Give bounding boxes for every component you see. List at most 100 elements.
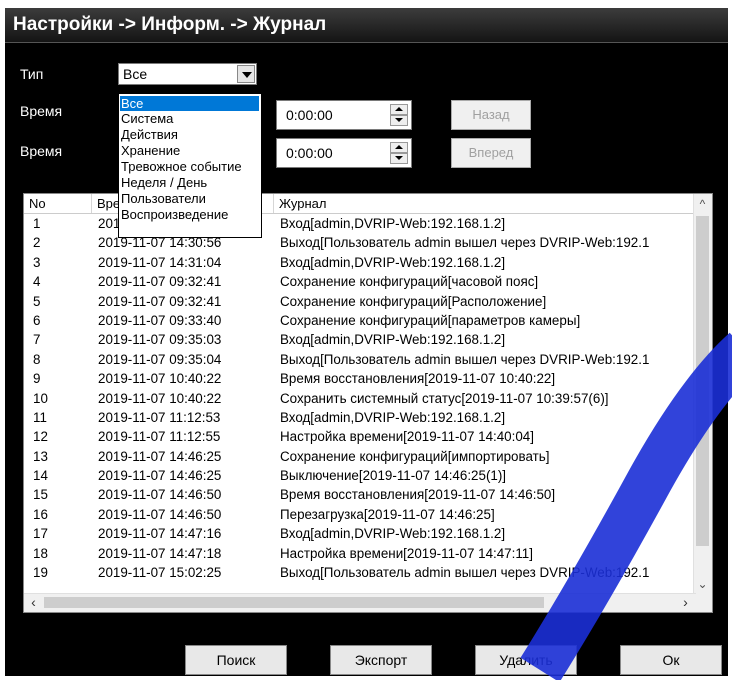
start-time-spinner[interactable]: 0:00:00	[276, 100, 412, 130]
table-row[interactable]: 16 2019-11-07 14:46:50 Перезагрузка[2019-1…	[24, 505, 696, 524]
row-time: 2019-11-07 14:46:25	[98, 448, 222, 464]
row-number: 18	[33, 545, 48, 561]
table-row[interactable]: 3 2019-11-07 14:31:04 Вход[admin,DVRIP-Web…	[24, 253, 696, 272]
page-title: Настройки -> Информ. -> Журнал	[13, 14, 327, 35]
row-number: 5	[33, 293, 41, 309]
scroll-left-icon[interactable]: ‹	[25, 594, 42, 611]
column-header-log[interactable]: Журнал	[274, 194, 696, 213]
end-time-spinner[interactable]: 0:00:00	[276, 138, 412, 168]
dropdown-option[interactable]: Система	[121, 111, 173, 126]
row-log: Сохранение конфигураций[часовой пояс]	[280, 274, 539, 290]
row-number: 17	[33, 526, 48, 542]
type-label: Тип	[20, 66, 44, 82]
row-number: 19	[33, 565, 48, 581]
row-time: 2019-11-07 14:46:25	[98, 468, 222, 484]
row-log: Вход[admin,DVRIP-Web:192.168.1.2]	[280, 409, 506, 425]
back-button[interactable]: Назад	[451, 100, 531, 130]
row-log: Настройка времени[2019-11-07 14:47:11]	[280, 545, 533, 561]
column-header-no[interactable]: No	[24, 194, 92, 213]
type-select[interactable]: Все	[118, 63, 257, 85]
row-log: Вход[admin,DVRIP-Web:192.168.1.2]	[280, 254, 506, 270]
row-log: Настройка времени[2019-11-07 14:40:04]	[280, 429, 534, 445]
row-log: Вход[admin,DVRIP-Web:192.168.1.2]	[280, 526, 506, 542]
horizontal-scrollbar[interactable]: ‹ ›	[24, 593, 696, 612]
row-log: Вход[admin,DVRIP-Web:192.168.1.2]	[280, 216, 506, 231]
table-row[interactable]: 4 2019-11-07 09:32:41 Сохранение конфигура…	[24, 272, 696, 291]
dropdown-option[interactable]: Действия	[121, 127, 178, 142]
horizontal-scroll-thumb[interactable]	[44, 597, 544, 608]
row-time: 2019-11-07 14:47:18	[98, 545, 222, 561]
table-row[interactable]: 6 2019-11-07 09:33:40 Сохранение конфигура…	[24, 311, 696, 330]
spin-down-icon[interactable]	[390, 153, 408, 164]
dropdown-option[interactable]: Неделя / День	[121, 175, 207, 190]
start-time-value: 0:00:00	[286, 107, 333, 123]
table-row[interactable]: 14 2019-11-07 14:46:25 Выключение[2019-11-…	[24, 466, 696, 485]
dropdown-option[interactable]: Пользователи	[121, 191, 206, 206]
table-row[interactable]: 8 2019-11-07 09:35:04 Выход[Пользователь a…	[24, 350, 696, 369]
row-log: Выход[Пользователь admin вышел через DVR…	[280, 351, 650, 367]
log-window: Настройки -> Информ. -> Журнал Тип Все В…	[5, 8, 728, 676]
type-dropdown-list[interactable]: Все Система Действия Хранение Тревожное …	[118, 93, 262, 238]
end-time-label: Время	[20, 143, 63, 159]
row-number: 1	[33, 216, 41, 231]
dropdown-option[interactable]: Тревожное событие	[121, 159, 242, 174]
end-time-value: 0:00:00	[286, 145, 333, 161]
row-log: Выключение[2019-11-07 14:46:25(1)]	[280, 468, 507, 484]
table-row[interactable]: 17 2019-11-07 14:47:16 Вход[admin,DVRIP-We…	[24, 524, 696, 543]
row-time: 2019-11-07 14:46:50	[98, 487, 222, 503]
title-bar: Настройки -> Информ. -> Журнал	[5, 8, 728, 43]
delete-button[interactable]: Удалить	[475, 645, 577, 675]
scroll-down-icon[interactable]: ⌄	[694, 576, 711, 593]
table-row[interactable]: 12 2019-11-07 11:12:55 Настройка времени[2…	[24, 427, 696, 446]
table-row[interactable]: 18 2019-11-07 14:47:18 Настройка времени[2…	[24, 544, 696, 563]
spin-up-icon[interactable]	[390, 104, 408, 115]
row-log: Время восстановления[2019-11-07 10:40:22…	[280, 371, 556, 387]
export-button[interactable]: Экспорт	[330, 645, 432, 675]
scroll-corner	[694, 594, 712, 612]
dropdown-option[interactable]: Воспроизведение	[121, 207, 228, 222]
log-table: No Время Журнал 12019-11-07 14:30:45Вход…	[23, 193, 713, 613]
row-time: 2019-11-07 14:31:04	[98, 254, 222, 270]
row-time: 2019-11-07 10:40:22	[98, 371, 222, 387]
start-time-label: Время	[20, 103, 63, 119]
row-log: Время восстановления[2019-11-07 14:46:50…	[280, 487, 556, 503]
scroll-right-icon[interactable]: ›	[677, 594, 694, 611]
table-row[interactable]: 9 2019-11-07 10:40:22 Время восстановления…	[24, 369, 696, 388]
table-row[interactable]: 15 2019-11-07 14:46:50 Время восстановлени…	[24, 485, 696, 504]
row-time: 2019-11-07 09:32:41	[98, 293, 222, 309]
row-number: 13	[33, 448, 48, 464]
row-number: 8	[33, 351, 41, 367]
row-time: 2019-11-07 14:47:16	[98, 526, 222, 542]
row-log: Сохранение конфигураций[параметров камер…	[280, 312, 581, 328]
table-row[interactable]: 13 2019-11-07 14:46:25 Сохранение конфигур…	[24, 447, 696, 466]
row-time: 2019-11-07 09:35:04	[98, 351, 222, 367]
row-number: 4	[33, 274, 41, 290]
table-row[interactable]: 10 2019-11-07 10:40:22 Сохранить системный…	[24, 389, 696, 408]
search-button[interactable]: Поиск	[185, 645, 287, 675]
next-button[interactable]: Вперед	[451, 138, 531, 168]
spin-up-icon[interactable]	[390, 142, 408, 153]
table-row[interactable]: 7 2019-11-07 09:35:03 Вход[admin,DVRIP-Web…	[24, 330, 696, 349]
table-row[interactable]: 5 2019-11-07 09:32:41 Сохранение конфигура…	[24, 292, 696, 311]
row-time: 2019-11-07 09:32:41	[98, 274, 222, 290]
row-number: 2	[33, 235, 41, 251]
vertical-scroll-thumb[interactable]	[696, 216, 709, 546]
row-log: Вход[admin,DVRIP-Web:192.168.1.2]	[280, 332, 506, 348]
table-row[interactable]: 11 2019-11-07 11:12:53 Вход[admin,DVRIP-We…	[24, 408, 696, 427]
row-number: 3	[33, 254, 41, 270]
row-log: Перезагрузка[2019-11-07 14:46:25]	[280, 506, 495, 522]
ok-button[interactable]: Ок	[620, 645, 722, 675]
row-log: Выход[Пользователь admin вышел через DVR…	[280, 565, 650, 581]
row-number: 12	[33, 429, 48, 445]
vertical-scrollbar[interactable]: ^ ⌄	[693, 194, 712, 594]
row-number: 9	[33, 371, 41, 387]
dropdown-option[interactable]: Все	[120, 96, 259, 111]
dropdown-option[interactable]: Хранение	[121, 143, 180, 158]
scroll-up-icon[interactable]: ^	[694, 196, 711, 213]
spin-down-icon[interactable]	[390, 115, 408, 126]
chevron-down-icon[interactable]	[237, 65, 255, 83]
table-row[interactable]: 19 2019-11-07 15:02:25 Выход[Пользователь …	[24, 563, 696, 582]
type-select-value: Все	[123, 66, 148, 82]
row-time: 2019-11-07 09:35:03	[98, 332, 222, 348]
row-time: 2019-11-07 09:33:40	[98, 312, 222, 328]
